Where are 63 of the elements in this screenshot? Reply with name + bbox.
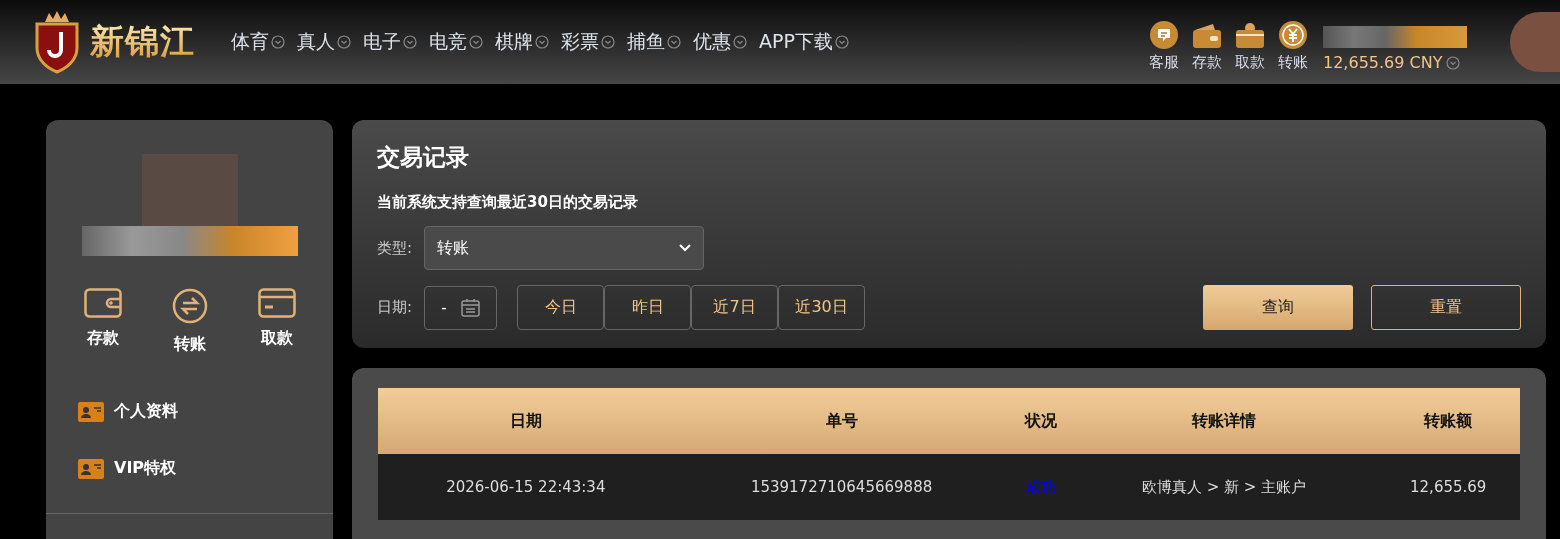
column-header: 日期: [378, 388, 674, 454]
table-cell: 欧博真人 > 新 > 主账户: [1071, 454, 1377, 520]
date-range-button[interactable]: 近30日: [778, 285, 866, 330]
chevron-down-icon: [403, 35, 417, 49]
quick-action[interactable]: 转账: [164, 288, 215, 355]
card-icon: [1235, 22, 1265, 50]
page-title: 交易记录: [377, 143, 470, 172]
chevron-down-icon: [1446, 55, 1461, 70]
date-field[interactable]: -: [424, 285, 498, 330]
chevron-down-icon: [535, 35, 549, 49]
nav-link[interactable]: 捕鱼: [627, 29, 681, 55]
header-action[interactable]: 存款: [1192, 22, 1222, 72]
nav-link[interactable]: APP下载: [759, 29, 849, 55]
date-range-button[interactable]: 近7日: [691, 285, 779, 330]
header-action[interactable]: 取款: [1235, 22, 1265, 72]
table-cell: 2026-06-15 22:43:34: [378, 454, 674, 520]
table-cell: 1539172710645669888: [673, 454, 1010, 520]
date-range-button[interactable]: 今日: [517, 285, 605, 330]
nav-link[interactable]: 优惠: [693, 29, 747, 55]
avatar-placeholder[interactable]: [1510, 12, 1560, 72]
column-header: 状况: [1009, 388, 1072, 454]
sidebar-menu-item[interactable]: VIP特权: [114, 458, 177, 479]
yuan-coin-icon: [1278, 20, 1308, 50]
id-card-icon: [78, 401, 104, 422]
nav-link[interactable]: 电子: [363, 29, 417, 55]
type-select[interactable]: 转账: [424, 226, 705, 270]
quick-action[interactable]: 取款: [251, 288, 302, 355]
chat-icon: [1149, 20, 1179, 50]
header-action[interactable]: 转账: [1278, 20, 1308, 72]
chevron-down-icon: [601, 35, 615, 49]
chevron-down-icon: [733, 35, 747, 49]
field-label: 类型:: [377, 238, 413, 258]
nav-link[interactable]: 彩票: [561, 29, 615, 55]
header-action[interactable]: 客服: [1149, 20, 1179, 72]
table-cell: 12,655.69: [1376, 454, 1520, 520]
nav-link[interactable]: 体育: [231, 29, 285, 55]
chevron-down-icon: [271, 35, 285, 49]
sidebar-menu-item[interactable]: 个人资料: [114, 401, 178, 422]
search-button[interactable]: 查询: [1203, 285, 1353, 330]
reset-button[interactable]: 重置: [1371, 285, 1521, 330]
chevron-down-icon: [337, 35, 351, 49]
column-header: 转账详情: [1071, 388, 1377, 454]
nav-link[interactable]: 真人: [297, 29, 351, 55]
column-header: 转账额: [1376, 388, 1520, 454]
calendar-icon: [460, 298, 480, 317]
balance-text: 12,655.69 CNY: [1323, 53, 1443, 72]
chevron-down-icon: [679, 244, 692, 252]
quick-action[interactable]: 存款: [77, 288, 128, 355]
status-text: 成功: [1025, 477, 1056, 496]
card-icon: [257, 288, 296, 318]
wallet-icon: [1192, 22, 1222, 50]
nav-link[interactable]: 棋牌: [495, 29, 549, 55]
chevron-down-icon: [834, 35, 849, 49]
chevron-down-icon: [667, 35, 681, 49]
info-note: 当前系统支持查询最近30日的交易记录: [377, 193, 639, 212]
date-range-button[interactable]: 昨日: [604, 285, 692, 330]
field-label: 日期:: [377, 298, 413, 317]
wallet-icon: [83, 288, 122, 318]
id-card-icon: [78, 458, 104, 479]
column-header: 单号: [673, 388, 1010, 454]
transfer-icon: [171, 288, 208, 324]
chevron-down-icon: [469, 35, 483, 49]
nav-link[interactable]: 电竞: [429, 29, 483, 55]
